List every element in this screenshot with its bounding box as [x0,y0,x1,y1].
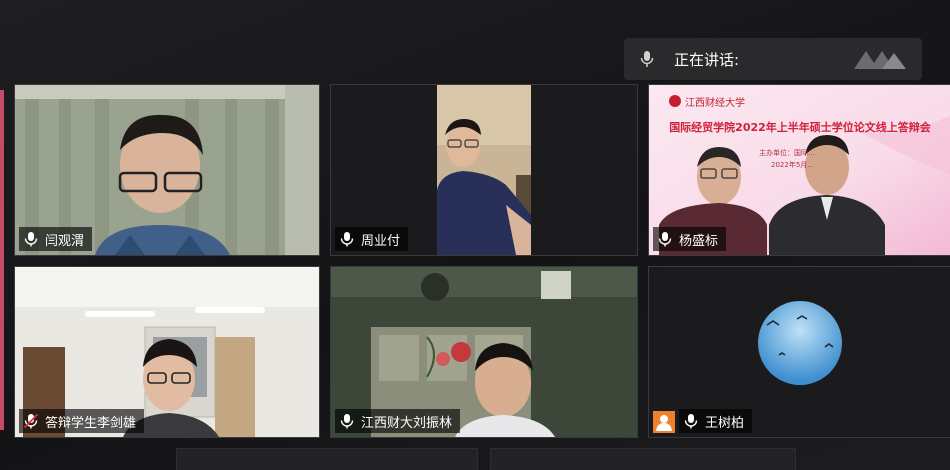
participant-video-tile[interactable]: 闫观渭 [14,84,320,256]
left-accent-bar [0,90,4,430]
participant-video-tile[interactable]: 江西财大刘振林 [330,266,638,438]
participant-video-tile[interactable]: 王树柏 [648,266,950,438]
participant-name: 江西财大刘振林 [361,415,453,431]
participant-video-tile-partial[interactable] [490,448,796,470]
participant-name: 答辩学生李剑雄 [45,415,137,431]
banner-title: 国际经贸学院2022年上半年硕士学位论文线上答辩会 [669,121,931,134]
microphone-icon [340,232,354,247]
user-icon [656,415,672,431]
microphone-icon [684,414,698,429]
participant-name-tag: 江西财大刘振林 [335,409,461,433]
participant-name-tag: 杨盛标 [653,227,727,251]
participant-name: 闫观渭 [45,233,85,249]
participant-name-tag: 周业付 [335,227,409,251]
university-name: 江西财经大学 [685,98,745,109]
participant-name-tag: 闫观渭 [19,227,93,251]
participant-name-tag: 王树柏 [679,409,753,433]
participant-video-tile-partial[interactable] [176,448,478,470]
participant-video-tile[interactable]: 江西财经大学 国际经贸学院2022年上半年硕士学位论文线上答辩会 主办单位：国际… [648,84,950,256]
speaking-label: 正在讲话: [674,50,740,69]
participant-name: 杨盛标 [679,233,719,249]
microphone-icon [658,232,672,247]
user-avatar-badge [653,411,675,433]
microphone-icon [340,414,354,429]
speaking-indicator: 正在讲话: [624,38,922,80]
participant-video-tile[interactable]: 答辩学生李剑雄 [14,266,320,438]
participant-name: 王树柏 [705,415,745,431]
participant-name-tag: 答辩学生李剑雄 [19,409,145,433]
microphone-icon [24,232,38,247]
microphone-icon [640,51,654,67]
participant-name: 周业付 [361,233,401,249]
app-logo-icon [854,51,906,69]
banner-organizer: 主办单位：国际... [759,149,815,157]
microphone-muted-icon [23,413,39,429]
meeting-stage: 正在讲话: 闫观渭 周业付 江西财经大学 国际经贸学院2022年上半年硕士学位论… [0,0,950,470]
banner-date: 2022年5月... [771,161,814,169]
participant-video-tile[interactable]: 周业付 [330,84,638,256]
